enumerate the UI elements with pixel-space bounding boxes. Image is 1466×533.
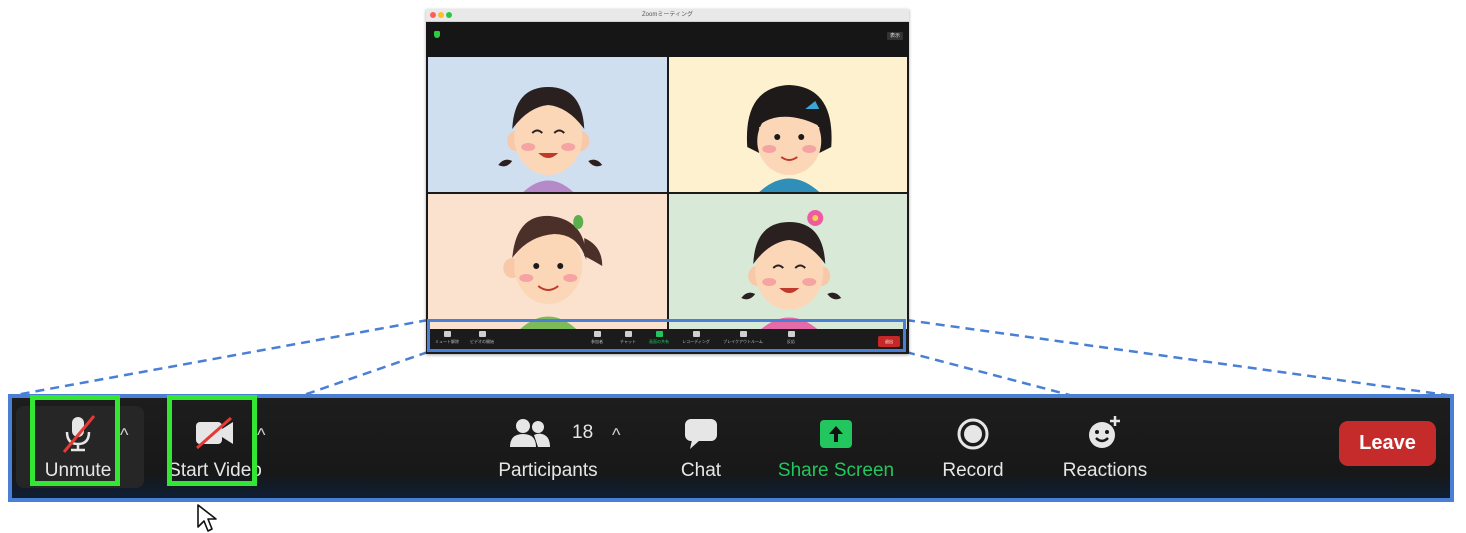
mouse-cursor-icon	[197, 504, 217, 532]
girl-avatar-3	[503, 215, 603, 329]
leave-button[interactable]: Leave	[1339, 421, 1436, 466]
participants-label: Participants	[498, 460, 598, 481]
title-bar: Zoomミーティング	[426, 9, 909, 22]
mini-toolbar: ミュート解除 ビデオの開始 参加者 チャット 画面の共有 レコーディング ブレイ…	[428, 329, 907, 354]
unmute-button[interactable]: Unmute	[32, 402, 124, 486]
participant-tile-4[interactable]	[668, 194, 907, 329]
audio-options-chevron-up-icon[interactable]: ^	[120, 426, 128, 444]
video-off-icon	[193, 416, 237, 455]
emoji-plus-icon	[1087, 414, 1123, 455]
girl-avatar-4	[740, 210, 841, 329]
participant-tile-2[interactable]	[668, 57, 907, 192]
chat-button[interactable]: Chat	[672, 402, 730, 486]
reactions-button[interactable]: Reactions	[1056, 402, 1154, 486]
mini-unmute-button[interactable]: ミュート解除	[432, 331, 462, 344]
mini-mic-muted-icon	[443, 331, 451, 337]
chat-icon	[684, 418, 718, 455]
video-options-chevron-up-icon[interactable]: ^	[257, 426, 265, 444]
participants-button[interactable]: Participants	[492, 402, 604, 486]
window-title: Zoomミーティング	[642, 12, 693, 18]
record-button[interactable]: Record	[936, 402, 1010, 486]
share-screen-button[interactable]: Share Screen	[772, 402, 900, 486]
share-screen-label: Share Screen	[777, 460, 895, 481]
participants-icon	[510, 418, 550, 453]
share-screen-arrow-icon	[820, 420, 852, 453]
record-icon	[957, 418, 989, 455]
start-video-label: Start Video	[168, 460, 262, 481]
participant-tile-1[interactable]	[428, 57, 667, 192]
participants-count: 18	[572, 422, 594, 443]
security-shield-icon[interactable]	[434, 31, 440, 38]
chat-label: Chat	[680, 460, 722, 481]
mini-reactions-icon	[787, 331, 795, 337]
unmute-label: Unmute	[44, 460, 112, 481]
participants-options-chevron-up-icon[interactable]: ^	[612, 426, 620, 444]
mini-chat-button[interactable]: チャット	[616, 331, 640, 344]
mini-record-button[interactable]: レコーディング	[680, 331, 712, 344]
mini-participants-button[interactable]: 参加者	[586, 331, 608, 344]
mic-muted-icon	[60, 414, 96, 459]
mini-leave-button[interactable]: 退出	[878, 336, 900, 347]
girl-avatar-2	[746, 85, 832, 192]
record-label: Record	[942, 460, 1004, 481]
mini-share-icon	[655, 331, 663, 337]
meeting-top-bar: 表示	[426, 22, 909, 57]
mini-participants-icon	[593, 331, 601, 337]
mini-share-button[interactable]: 画面の共有	[646, 331, 672, 344]
reactions-label: Reactions	[1062, 460, 1148, 481]
mini-breakout-icon	[739, 331, 747, 337]
girl-avatar-1	[498, 87, 603, 192]
mini-chat-icon	[624, 331, 632, 337]
start-video-button[interactable]: Start Video	[160, 402, 270, 486]
video-grid	[428, 57, 907, 329]
meeting-toolbar: Unmute ^ Start Video ^ Participants 18 ^	[8, 394, 1454, 502]
mini-video-button[interactable]: ビデオの開始	[466, 331, 498, 344]
mini-record-icon	[692, 331, 700, 337]
view-button[interactable]: 表示	[886, 32, 903, 40]
meeting-window: Zoomミーティング 表示 ミュート解除 ビデオの開始 参加者 チャット 画面の…	[426, 9, 909, 354]
mini-video-off-icon	[478, 331, 486, 337]
participant-tile-3[interactable]	[428, 194, 667, 329]
mini-reactions-button[interactable]: 反応	[780, 331, 802, 344]
mini-breakout-button[interactable]: ブレイクアウトルーム	[718, 331, 768, 344]
